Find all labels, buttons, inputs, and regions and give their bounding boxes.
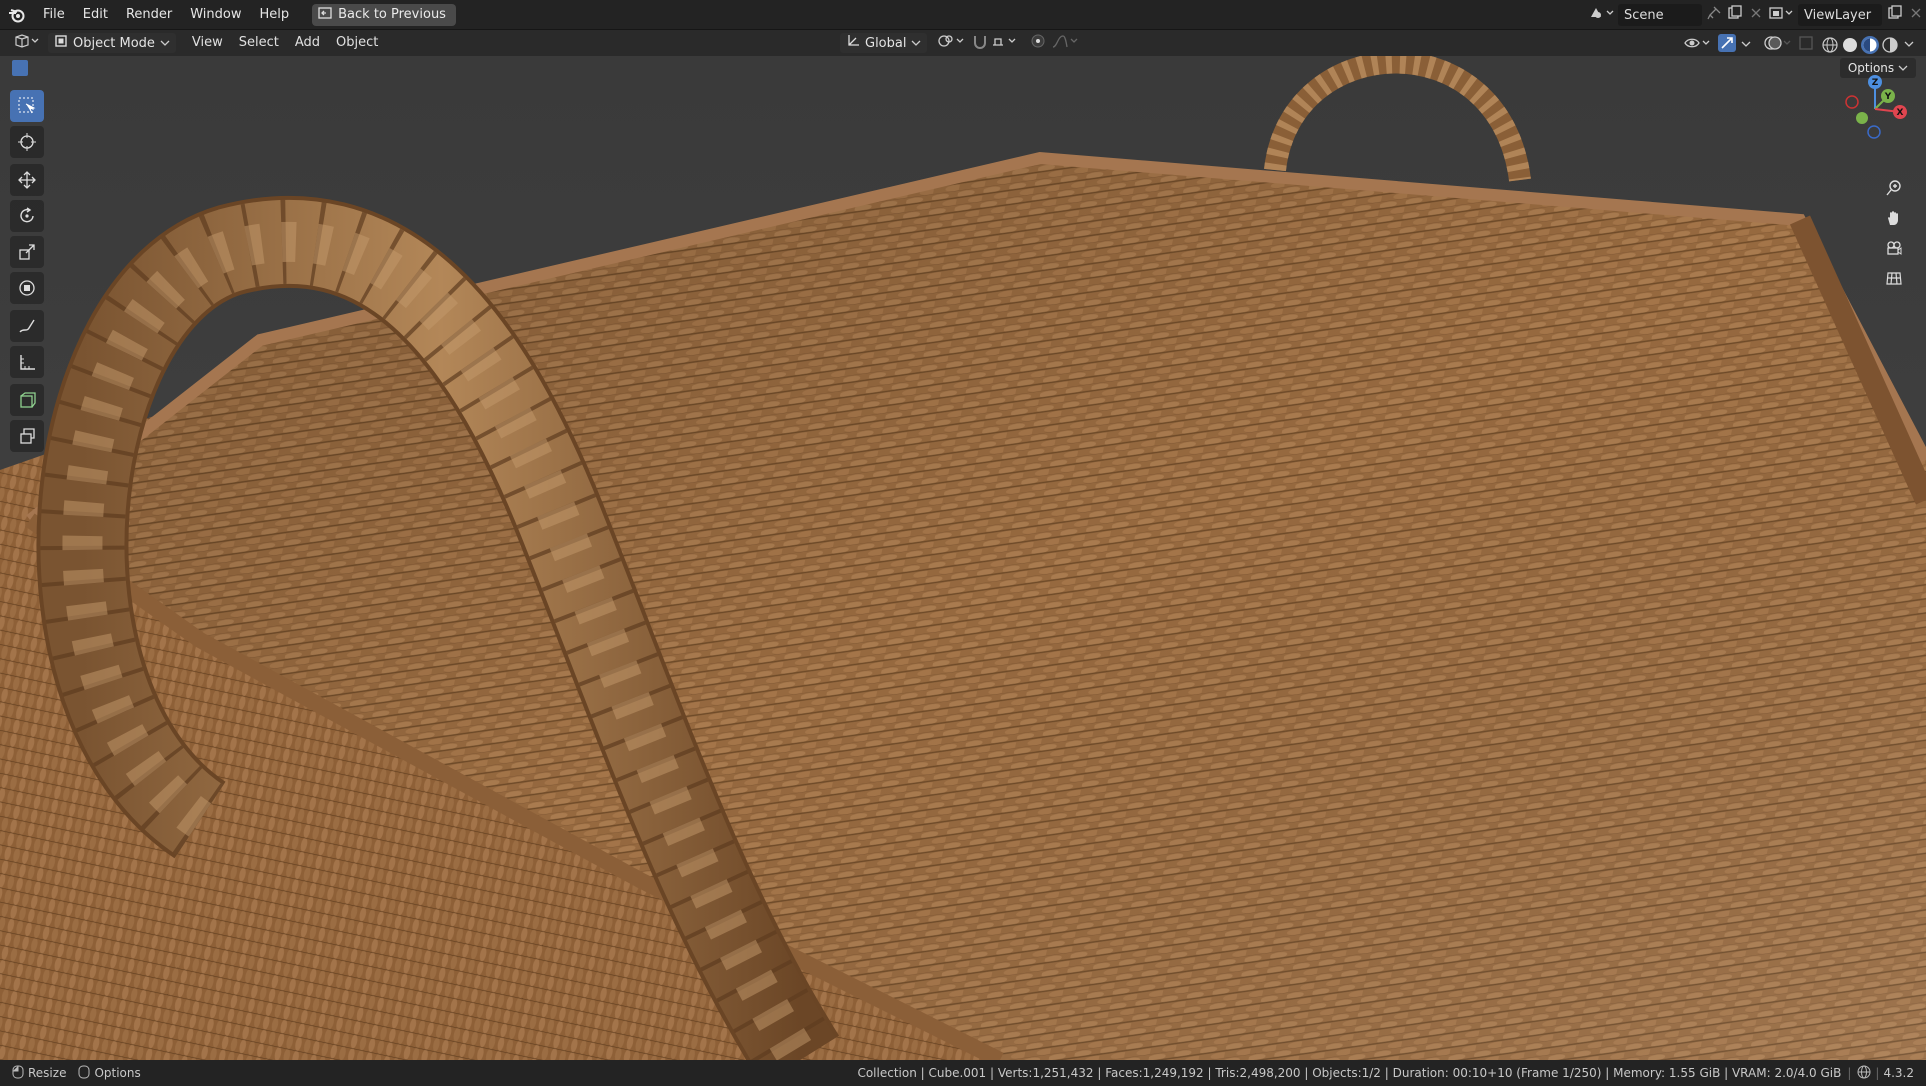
xray-toggle-icon[interactable] — [1797, 34, 1817, 56]
header-menu-select[interactable]: Select — [231, 30, 287, 56]
object-mode-icon — [54, 34, 68, 52]
orthographic-grid-icon[interactable] — [1880, 264, 1908, 292]
camera-view-icon[interactable] — [1880, 234, 1908, 262]
add-cube-tool-icon[interactable] — [10, 384, 44, 416]
status-bar: Resize Options Collection | Cube.001 | V… — [0, 1060, 1926, 1086]
mode-dropdown[interactable]: Object Mode — [48, 33, 176, 53]
viewlayer-icon[interactable] — [1768, 5, 1794, 25]
new-scene-icon[interactable] — [1726, 5, 1744, 25]
shading-dropdown-icon[interactable] — [1902, 38, 1916, 53]
measure-tool-icon[interactable] — [10, 346, 44, 378]
status-resize-label: Resize — [28, 1066, 67, 1080]
viewport-display-controls — [1683, 33, 1916, 57]
pan-hand-icon[interactable] — [1880, 204, 1908, 232]
orientation-label: Global — [865, 35, 907, 51]
selectability-visibility-icon[interactable] — [1683, 35, 1713, 55]
scene-name-text: Scene — [1624, 7, 1664, 23]
navigation-gizmo[interactable]: Z Y X — [1840, 74, 1910, 144]
network-globe-icon[interactable] — [1857, 1065, 1871, 1082]
scene-icon[interactable] — [1588, 5, 1614, 25]
selection-mode-buttons — [12, 60, 100, 76]
viewlayer-name-field[interactable]: ViewLayer — [1798, 4, 1882, 26]
mode-label: Object Mode — [73, 35, 155, 51]
rotate-tool-icon[interactable] — [10, 200, 44, 232]
blender-version: 4.3.2 — [1883, 1066, 1914, 1080]
tool-shelf — [10, 90, 50, 456]
back-to-previous-button[interactable]: Back to Previous — [312, 3, 456, 26]
select-new-icon[interactable] — [12, 60, 28, 76]
gizmo-y-label: Y — [1884, 92, 1892, 102]
select-intersect-icon[interactable] — [84, 60, 100, 76]
gizmo-toggle-icon[interactable] — [1717, 33, 1737, 57]
viewport-render — [0, 56, 1926, 1060]
menu-edit[interactable]: Edit — [74, 0, 117, 30]
snap-target-icon[interactable] — [991, 33, 1021, 53]
pivot-point-icon[interactable] — [937, 33, 967, 53]
move-tool-icon[interactable] — [10, 164, 44, 196]
transform-controls: Global — [840, 33, 1081, 53]
viewport-navigation-buttons — [1880, 174, 1912, 294]
gizmo-x-label: X — [1897, 108, 1904, 118]
mouse-right-icon — [78, 1065, 90, 1082]
select-invert-icon[interactable] — [66, 60, 82, 76]
snap-toggle-icon[interactable] — [971, 33, 989, 53]
header-menu-view[interactable]: View — [184, 30, 231, 56]
header-menu-object[interactable]: Object — [328, 30, 386, 56]
gizmo-z-label: Z — [1872, 78, 1879, 88]
scene-statistics: Collection | Cube.001 | Verts:1,251,432 … — [857, 1066, 1842, 1080]
delete-scene-icon[interactable] — [1750, 7, 1762, 23]
wireframe-shading-icon[interactable] — [1821, 36, 1839, 54]
editor-type-icon[interactable] — [14, 33, 40, 53]
proportional-editing-icon[interactable] — [1029, 33, 1047, 53]
zoom-icon[interactable] — [1880, 174, 1908, 202]
menu-render[interactable]: Render — [117, 0, 181, 30]
select-subtract-icon[interactable] — [48, 60, 64, 76]
delete-viewlayer-icon[interactable] — [1910, 7, 1922, 23]
overlays-toggle-icon[interactable] — [1763, 34, 1793, 56]
scene-name-field[interactable]: Scene — [1618, 4, 1702, 26]
extrude-tool-icon[interactable] — [10, 420, 44, 452]
viewport-header: Object Mode View Select Add Object Globa… — [0, 30, 1926, 56]
chevron-down-icon — [911, 36, 921, 51]
annotate-tool-icon[interactable] — [10, 310, 44, 342]
status-options-label: Options — [94, 1066, 141, 1080]
mouse-left-icon — [12, 1065, 24, 1082]
menu-window[interactable]: Window — [181, 0, 250, 30]
menu-help[interactable]: Help — [251, 0, 299, 30]
select-box-tool-icon[interactable] — [10, 90, 44, 122]
select-extend-icon[interactable] — [30, 60, 46, 76]
blender-logo-icon[interactable] — [0, 0, 34, 30]
cursor-tool-icon[interactable] — [10, 126, 44, 158]
3d-viewport[interactable]: Options Z Y X — [0, 56, 1926, 1060]
scale-tool-icon[interactable] — [10, 236, 44, 268]
top-menu-bar: File Edit Render Window Help Back to Pre… — [0, 0, 1926, 30]
viewlayer-name-text: ViewLayer — [1804, 7, 1872, 23]
back-icon — [318, 6, 332, 23]
orientation-icon — [846, 34, 860, 52]
transform-tool-icon[interactable] — [10, 272, 44, 304]
menu-file[interactable]: File — [34, 0, 74, 30]
chevron-down-icon — [160, 36, 170, 51]
rendered-shading-icon[interactable] — [1881, 36, 1899, 54]
gizmo-dropdown-icon[interactable] — [1739, 38, 1753, 53]
viewlayer-selector: ViewLayer — [1768, 4, 1922, 26]
solid-shading-icon[interactable] — [1841, 36, 1859, 54]
scene-selector: Scene — [1588, 4, 1762, 26]
header-menu-add[interactable]: Add — [287, 30, 328, 56]
new-viewlayer-icon[interactable] — [1886, 5, 1904, 25]
pin-icon[interactable] — [1704, 5, 1722, 25]
transform-orientation-dropdown[interactable]: Global — [840, 33, 928, 53]
material-preview-shading-icon[interactable] — [1861, 36, 1879, 54]
falloff-icon[interactable] — [1051, 33, 1081, 53]
back-to-previous-label: Back to Previous — [338, 7, 446, 22]
options-label: Options — [1847, 61, 1895, 75]
